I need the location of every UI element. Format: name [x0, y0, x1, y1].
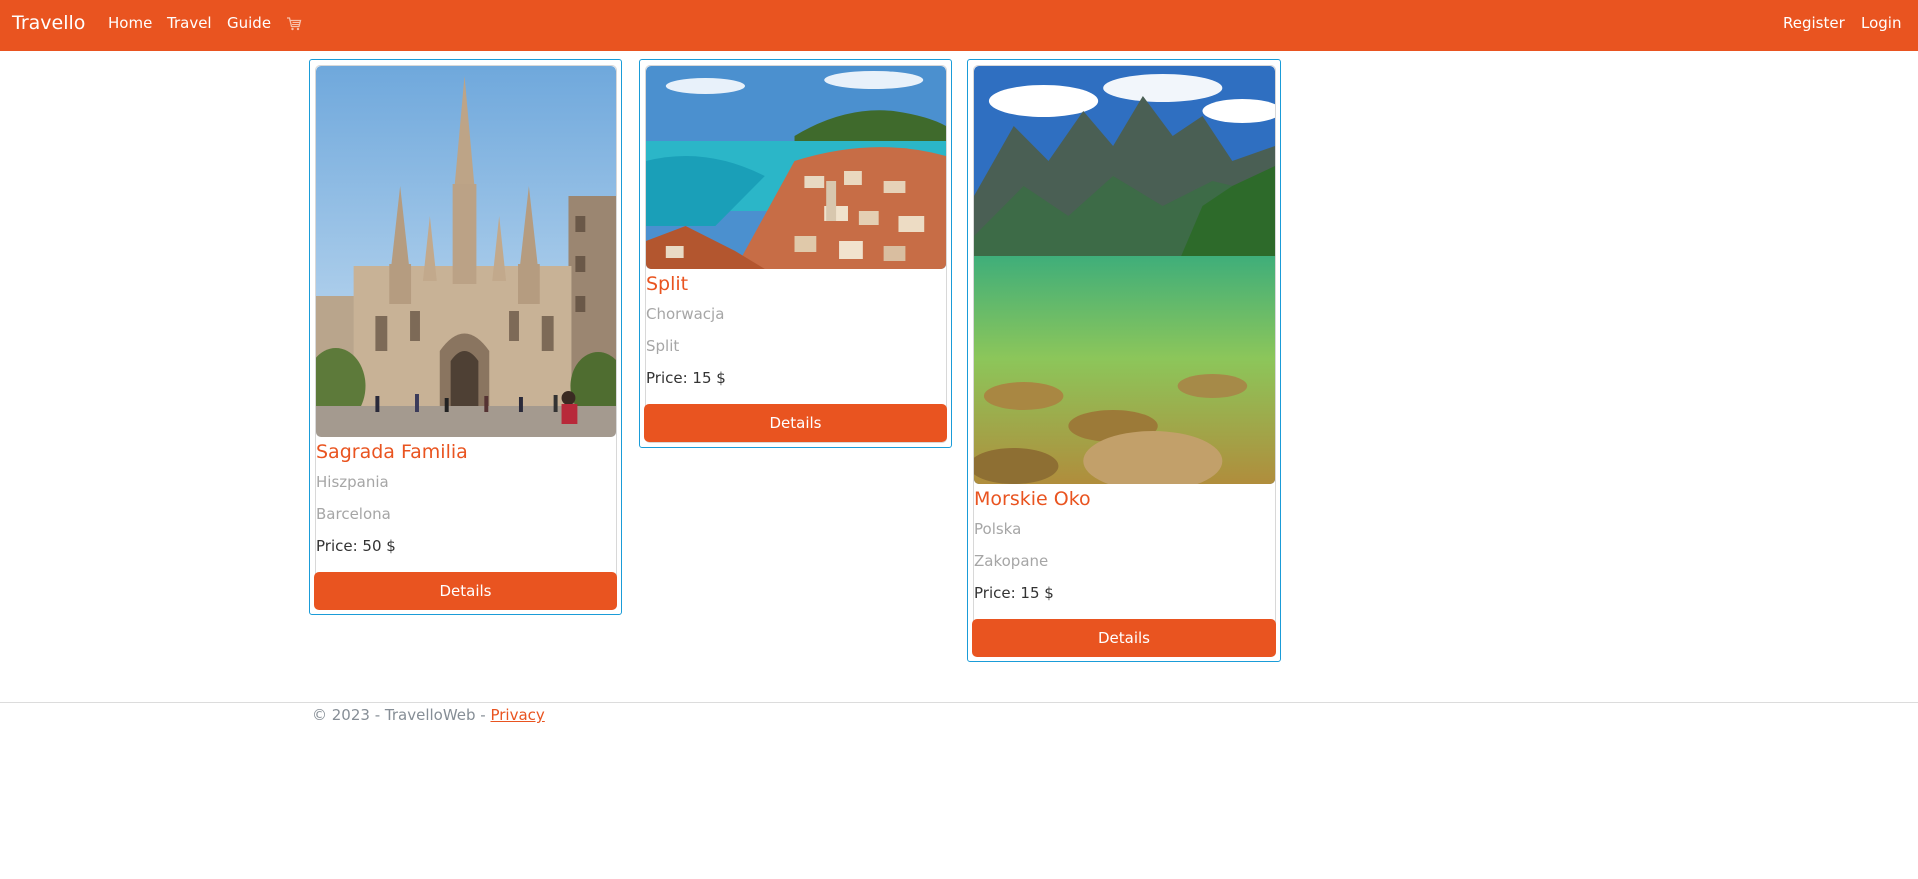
card-body: Split Chorwacja Split Price: 15 $ [645, 65, 947, 443]
card-title: Sagrada Familia [316, 441, 468, 463]
card-title: Morskie Oko [974, 488, 1091, 510]
card-country: Hiszpania [316, 473, 389, 491]
destination-card: Sagrada Familia Hiszpania Barcelona Pric… [309, 59, 622, 615]
nav-home[interactable]: Home [108, 14, 152, 32]
card-body: Sagrada Familia Hiszpania Barcelona Pric… [315, 65, 617, 610]
nav-register[interactable]: Register [1783, 14, 1845, 32]
nav-guide[interactable]: Guide [227, 14, 271, 32]
mountain-lake-photo [974, 66, 1275, 484]
navbar: Travello Home Travel Guide Register Logi… [0, 0, 1918, 51]
card-country: Polska [974, 520, 1022, 538]
coastal-city-photo [646, 66, 946, 269]
card-country: Chorwacja [646, 305, 725, 323]
cathedral-photo [316, 66, 616, 437]
card-city: Barcelona [316, 505, 391, 523]
destination-card: Split Chorwacja Split Price: 15 $ Detail… [639, 59, 952, 448]
destination-card: Morskie Oko Polska Zakopane Price: 15 $ … [967, 59, 1281, 662]
details-button[interactable]: Details [314, 572, 617, 610]
nav-travel[interactable]: Travel [167, 14, 212, 32]
details-button[interactable]: Details [644, 404, 947, 442]
brand-logo[interactable]: Travello [12, 11, 85, 35]
details-button[interactable]: Details [972, 619, 1276, 657]
nav-login[interactable]: Login [1861, 14, 1901, 32]
footer-copyright: © 2023 - TravelloWeb - [312, 706, 491, 724]
card-price: Price: 15 $ [974, 584, 1054, 602]
privacy-link[interactable]: Privacy [490, 706, 544, 724]
footer-divider [0, 702, 1918, 703]
card-title: Split [646, 273, 689, 295]
card-city: Split [646, 337, 680, 355]
cart-icon[interactable] [286, 16, 302, 31]
footer: © 2023 - TravelloWeb - Privacy [312, 706, 545, 724]
card-price: Price: 15 $ [646, 369, 726, 387]
card-city: Zakopane [974, 552, 1049, 570]
card-body: Morskie Oko Polska Zakopane Price: 15 $ [973, 65, 1276, 657]
card-price: Price: 50 $ [316, 537, 396, 555]
